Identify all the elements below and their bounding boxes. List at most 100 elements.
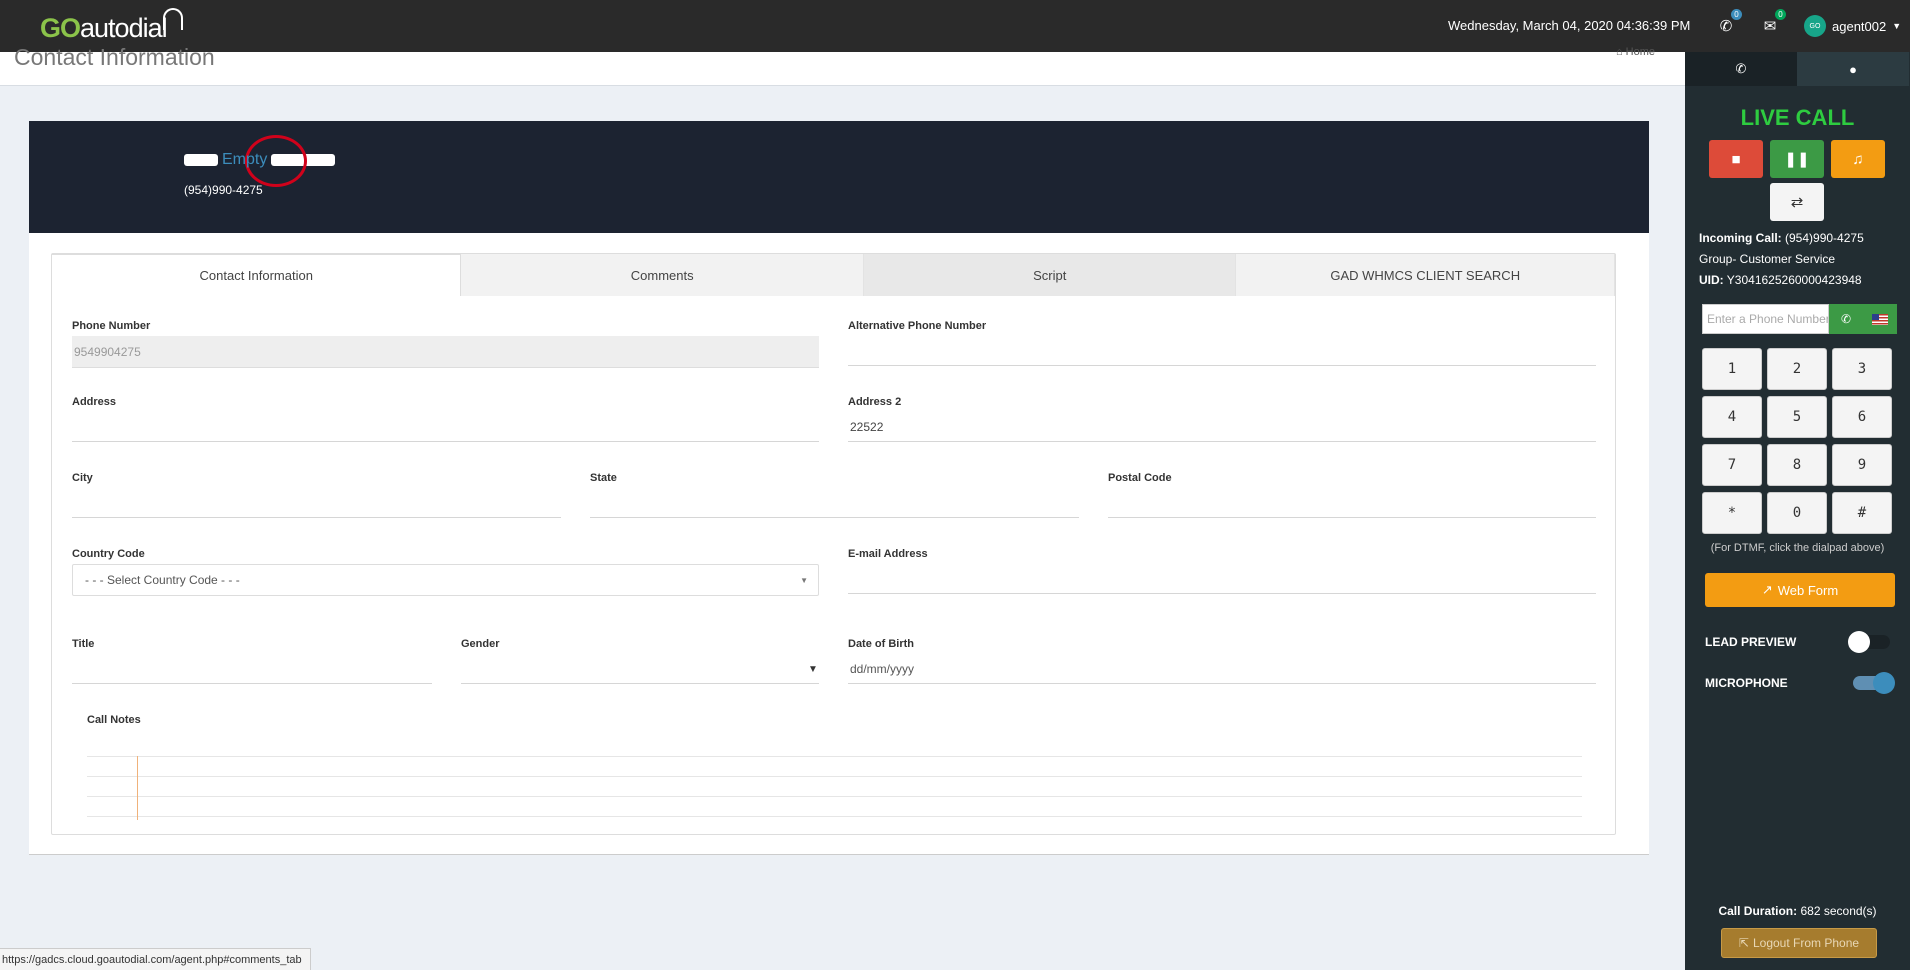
calls-badge: 0 bbox=[1731, 9, 1742, 20]
alt-phone-field[interactable] bbox=[848, 336, 1596, 366]
dialpad-key-8[interactable]: 8 bbox=[1767, 444, 1827, 486]
dialpad-key-7[interactable]: 7 bbox=[1702, 444, 1762, 486]
page-title: Contact Information bbox=[14, 44, 215, 70]
redacted-first-name bbox=[184, 154, 218, 166]
microphone-label: MICROPHONE bbox=[1705, 676, 1788, 690]
city-field[interactable] bbox=[72, 488, 561, 518]
logout-label: Logout From Phone bbox=[1752, 936, 1860, 950]
postal-code-label: Postal Code bbox=[1108, 472, 1172, 484]
hold-button[interactable]: ❚❚ bbox=[1770, 140, 1824, 178]
avatar: GO bbox=[1804, 15, 1826, 37]
gender-select[interactable] bbox=[461, 654, 819, 684]
contact-card: Contact Information Comments Script GAD … bbox=[29, 233, 1649, 855]
alt-phone-label: Alternative Phone Number bbox=[848, 320, 987, 332]
logout-from-phone-button[interactable]: ⇱ Logout From Phone bbox=[1721, 928, 1877, 958]
tab-dialer[interactable]: ✆ bbox=[1685, 52, 1797, 86]
dialpad-key-star[interactable]: * bbox=[1702, 492, 1762, 534]
tab-comments[interactable]: Comments bbox=[461, 254, 864, 296]
content-header: Contact Information ⌂ Home bbox=[0, 44, 1685, 86]
microphone-toggle[interactable] bbox=[1853, 672, 1895, 694]
dialpad-key-0[interactable]: 0 bbox=[1767, 492, 1827, 534]
logo-text: autodial bbox=[80, 13, 168, 43]
messages-notification-button[interactable]: ✉ 0 bbox=[1756, 9, 1786, 40]
tab-gad-whmcs-client-search[interactable]: GAD WHMCS CLIENT SEARCH bbox=[1236, 254, 1615, 296]
notes-line bbox=[87, 756, 1582, 757]
calls-notification-button[interactable]: ✆ 0 bbox=[1712, 9, 1742, 40]
call-duration: Call Duration: 682 second(s) bbox=[1685, 904, 1910, 918]
dob-field[interactable]: dd/mm/yyyy bbox=[848, 654, 1596, 684]
dialpad-key-3[interactable]: 3 bbox=[1832, 348, 1892, 390]
postal-code-field[interactable] bbox=[1108, 488, 1596, 518]
country-flag-button[interactable] bbox=[1863, 304, 1897, 334]
username: agent002 bbox=[1832, 18, 1887, 34]
call-notes-editor[interactable] bbox=[87, 756, 1582, 820]
country-code-label: Country Code bbox=[72, 548, 145, 560]
dob-label: Date of Birth bbox=[848, 638, 914, 650]
toggle-knob bbox=[1873, 672, 1895, 694]
contact-name-value[interactable]: Empty bbox=[222, 151, 267, 169]
tab-script[interactable]: Script bbox=[863, 254, 1237, 296]
email-field[interactable] bbox=[848, 564, 1596, 594]
web-form-label: Web Form bbox=[1777, 582, 1839, 598]
country-code-select[interactable]: - - - Select Country Code - - - ▼ bbox=[72, 564, 819, 596]
user-icon: ● bbox=[1849, 61, 1857, 77]
dialpad-key-5[interactable]: 5 bbox=[1767, 396, 1827, 438]
call-notes-label: Call Notes bbox=[87, 714, 141, 726]
envelope-icon: ✉ bbox=[1763, 18, 1777, 35]
dialpad-key-2[interactable]: 2 bbox=[1767, 348, 1827, 390]
messages-badge: 0 bbox=[1775, 9, 1786, 20]
notes-cursor bbox=[137, 756, 138, 820]
contact-name-row: Empty bbox=[184, 151, 336, 169]
city-label: City bbox=[72, 472, 93, 484]
dialpad-key-9[interactable]: 9 bbox=[1832, 444, 1892, 486]
address2-field[interactable]: 22522 bbox=[848, 412, 1596, 442]
toggle-knob bbox=[1848, 631, 1870, 653]
caret-down-icon: ▼ bbox=[1892, 21, 1902, 31]
call-info: Incoming Call: (954)990-4275 Group- Cust… bbox=[1699, 228, 1864, 291]
phone-log-icon: ✆ bbox=[1719, 18, 1733, 35]
current-datetime: Wednesday, March 04, 2020 04:36:39 PM bbox=[1448, 18, 1691, 33]
dial-call-button[interactable]: ✆ bbox=[1829, 304, 1863, 334]
dial-phone-input[interactable]: Enter a Phone Number bbox=[1702, 304, 1829, 334]
title-label: Title bbox=[72, 638, 95, 650]
hangup-button[interactable]: ■ bbox=[1709, 140, 1763, 178]
address-field[interactable] bbox=[72, 412, 819, 442]
phone-number-label: Phone Number bbox=[72, 320, 151, 332]
gender-dropdown-icon: ▼ bbox=[808, 664, 818, 675]
state-field[interactable] bbox=[590, 488, 1079, 518]
music-button[interactable]: ♫ bbox=[1831, 140, 1885, 178]
dialpad-key-1[interactable]: 1 bbox=[1702, 348, 1762, 390]
sign-out-icon: ⇱ bbox=[1738, 936, 1749, 950]
notes-line bbox=[87, 776, 1582, 777]
address-label: Address bbox=[72, 396, 117, 408]
stop-icon: ■ bbox=[1731, 150, 1741, 168]
tab-profile[interactable]: ● bbox=[1797, 52, 1909, 86]
lead-preview-label: LEAD PREVIEW bbox=[1705, 635, 1797, 649]
user-menu[interactable]: GO agent002 ▼ bbox=[1804, 15, 1901, 37]
phone-number-field[interactable]: 9549904275 bbox=[72, 336, 819, 368]
dialpad-key-hash[interactable]: # bbox=[1832, 492, 1892, 534]
notes-line bbox=[87, 816, 1582, 817]
notes-line bbox=[87, 796, 1582, 797]
gender-label: Gender bbox=[461, 638, 500, 650]
agent-control-sidebar: ✆ ● LIVE CALL ■ ❚❚ ♫ ⇄ Incoming Call: (9… bbox=[1685, 52, 1910, 970]
transfer-button[interactable]: ⇄ bbox=[1770, 183, 1824, 221]
breadcrumb[interactable]: ⌂ Home bbox=[1616, 46, 1655, 58]
dialpad-key-4[interactable]: 4 bbox=[1702, 396, 1762, 438]
incoming-label: Incoming Call: bbox=[1699, 231, 1782, 245]
lead-preview-toggle[interactable] bbox=[1848, 631, 1890, 653]
web-form-button[interactable]: ↗ Web Form bbox=[1705, 573, 1895, 607]
external-link-icon: ↗ bbox=[1761, 582, 1773, 597]
goautodial-logo[interactable]: GO autodial bbox=[40, 8, 183, 44]
breadcrumb-home: Home bbox=[1625, 46, 1655, 58]
contact-phone: (954)990-4275 bbox=[184, 183, 263, 197]
dialpad-key-6[interactable]: 6 bbox=[1832, 396, 1892, 438]
uid-label: UID: bbox=[1699, 273, 1724, 287]
dtmf-note: (For DTMF, click the dialpad above) bbox=[1710, 542, 1885, 554]
pause-icon: ❚❚ bbox=[1784, 151, 1810, 168]
headset-icon bbox=[162, 8, 183, 30]
call-duration-label: Call Duration: bbox=[1718, 904, 1798, 918]
tab-contact-information[interactable]: Contact Information bbox=[52, 254, 462, 296]
contact-banner: Empty (954)990-4275 bbox=[29, 121, 1649, 233]
title-field[interactable] bbox=[72, 654, 432, 684]
